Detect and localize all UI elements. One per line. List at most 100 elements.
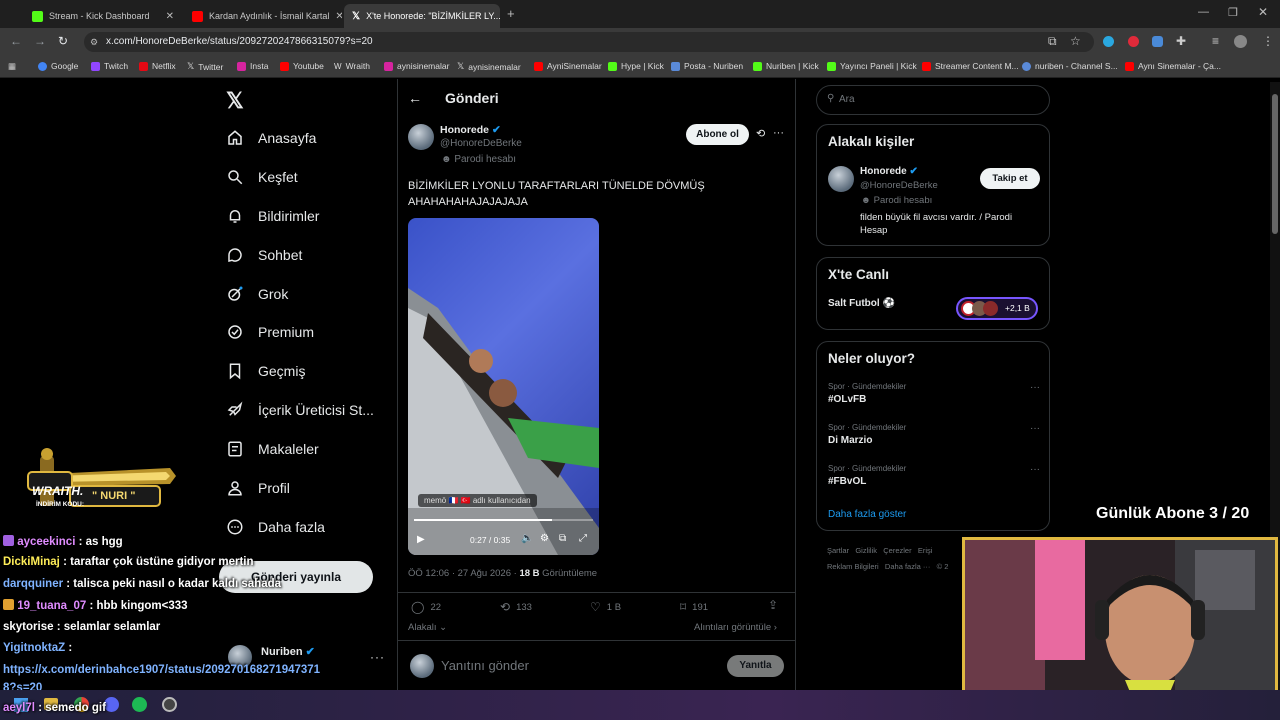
obs-icon[interactable]	[162, 697, 177, 712]
close-tab-icon[interactable]: ✕	[335, 11, 342, 22]
bookmark-action[interactable]: ⌑ 191	[680, 600, 708, 614]
nav-articles[interactable]: Makaleler	[226, 440, 319, 458]
trend-more-icon[interactable]: ···	[1030, 464, 1040, 475]
bookmark-item[interactable]: W Wraith	[334, 61, 370, 71]
author-name[interactable]: Honorede ✔	[440, 124, 501, 136]
extensions-puzzle-icon[interactable]: ✚	[1176, 34, 1186, 48]
bookmark-item[interactable]: aynisinemalar	[384, 61, 449, 71]
like-action[interactable]: ♡ 1 B	[590, 600, 621, 614]
show-more-link[interactable]: Daha fazla göster	[828, 509, 906, 520]
nav-profile[interactable]: Profil	[226, 479, 290, 497]
verified-badge-icon: ✔	[909, 166, 918, 177]
nav-grok[interactable]: Grok	[226, 285, 288, 303]
spotify-icon[interactable]	[132, 697, 147, 712]
author-handle[interactable]: @HonoreDeBerke	[440, 138, 522, 149]
nav-explore[interactable]: Keşfet	[226, 168, 298, 186]
back-icon[interactable]: ←	[10, 34, 22, 48]
tab-x-post[interactable]: 𝕏 X'te Honorede: "BİZİMKİLER LY... ✕	[344, 4, 500, 28]
volume-icon[interactable]: 🔈	[521, 533, 533, 544]
google-icon	[1022, 61, 1031, 71]
post-more-icon[interactable]: ···	[773, 127, 784, 139]
trend-item[interactable]: Spor · Gündemdekiler Di Marzio ···	[828, 423, 1040, 453]
footer-links[interactable]: Reklam Bilgileri Daha fazla ··· © 2	[827, 562, 948, 571]
video-progress-track[interactable]	[414, 519, 593, 521]
bookmark-item[interactable]: Aynı Sinemalar - Ça...	[1125, 61, 1221, 71]
video-player[interactable]: memö 🇫🇷 🇹🇷 adlı kullanıcıdan ▶ 0:27 / 0:…	[408, 218, 599, 555]
bookmark-item[interactable]: 𝕏aynisinemalar	[457, 61, 521, 72]
media-control-icon[interactable]: ≡	[1212, 34, 1219, 48]
trend-more-icon[interactable]: ···	[1030, 423, 1040, 434]
repost-action[interactable]: ⟲ 133	[500, 600, 532, 614]
extension-icon[interactable]	[1128, 36, 1139, 47]
listener-avatar	[983, 301, 998, 316]
nav-creator-studio[interactable]: İçerik Üreticisi St...	[226, 401, 374, 419]
account-name[interactable]: Nuriben ✔	[261, 645, 315, 658]
footer-links[interactable]: Şartlar Gizlilik Çerezler Erişi	[827, 546, 932, 555]
bookmark-item[interactable]: Yayıncı Paneli | Kick	[827, 61, 917, 71]
author-avatar[interactable]	[408, 124, 434, 150]
nav-messages[interactable]: Sohbet	[226, 246, 302, 264]
bookmark-item[interactable]: Youtube	[280, 61, 324, 71]
bookmark-item[interactable]: 𝕏 Twitter	[187, 61, 223, 72]
extension-icon[interactable]	[1103, 36, 1114, 47]
tab-kick-dashboard[interactable]: Stream - Kick Dashboard ✕	[24, 4, 182, 28]
live-space-name[interactable]: Salt Futbol ⚽	[828, 298, 895, 309]
follow-button[interactable]: Abone ol	[686, 124, 749, 145]
menu-kebab-icon[interactable]: ⋮	[1262, 34, 1274, 48]
share-icon[interactable]: ⇪	[768, 598, 778, 612]
bookmark-star-icon[interactable]: ☆	[1070, 34, 1081, 48]
close-window-icon[interactable]: ✕	[1258, 5, 1268, 19]
trend-item[interactable]: Spor · Gündemdekiler #FBvOL ···	[828, 464, 1040, 494]
view-quotes-link[interactable]: Alıntıları görüntüle ›	[694, 622, 777, 633]
discord-icon[interactable]	[104, 697, 119, 712]
nav-more[interactable]: Daha fazla	[226, 518, 325, 536]
nav-premium[interactable]: Premium	[226, 323, 314, 341]
reply-action[interactable]: ◯ 22	[411, 600, 441, 614]
settings-gear-icon[interactable]: ⚙	[540, 533, 549, 544]
fullscreen-icon[interactable]: ⤢	[579, 533, 587, 544]
bookmark-item[interactable]: nuriben - Channel S...	[1022, 61, 1118, 71]
related-dropdown[interactable]: Alakalı ⌄	[408, 622, 447, 633]
play-icon[interactable]: ▶	[417, 534, 425, 545]
bookmark-item[interactable]: Netflix	[139, 61, 176, 71]
trend-item[interactable]: Spor · Gündemdekiler #OLvFB ···	[828, 382, 1040, 412]
apps-grid-icon[interactable]: ▦	[8, 61, 16, 72]
account-menu-icon[interactable]: ···	[370, 650, 385, 664]
reply-input[interactable]: Yanıtını gönder	[441, 658, 529, 673]
back-arrow-icon[interactable]: ←	[408, 90, 422, 106]
nav-home[interactable]: Anasayfa	[226, 129, 316, 147]
profile-avatar[interactable]	[1234, 35, 1247, 48]
reply-button[interactable]: Yanıtla	[727, 655, 784, 677]
extension-icon[interactable]	[1152, 36, 1163, 47]
trend-more-icon[interactable]: ···	[1030, 382, 1040, 393]
reload-icon[interactable]: ↻	[58, 34, 68, 48]
bookmark-item[interactable]: Streamer Content M...	[922, 61, 1019, 71]
nav-bookmarks[interactable]: Geçmiş	[226, 362, 305, 380]
url-bar[interactable]: ⚙ x.com/HonoreDeBerke/status/20927202478…	[84, 32, 1094, 52]
tab-youtube[interactable]: Kardan Aydınlık - İsmail Kartal ✕	[184, 4, 342, 28]
site-info-icon[interactable]: ⚙	[90, 32, 98, 52]
new-tab-icon[interactable]: +	[507, 6, 515, 21]
nav-notifications[interactable]: Bildirimler	[226, 207, 319, 225]
bookmark-item[interactable]: Google	[38, 61, 78, 71]
search-input[interactable]: ⚲ Ara	[816, 85, 1050, 115]
bookmark-item[interactable]: Twitch	[91, 61, 128, 71]
minimize-icon[interactable]: —	[1198, 6, 1209, 18]
grok-post-icon[interactable]: ⟲	[756, 127, 765, 140]
restore-icon[interactable]: ❐	[1228, 6, 1238, 19]
follow-person-button[interactable]: Takip et	[980, 168, 1040, 189]
live-listeners[interactable]: +2,1 B	[956, 297, 1038, 320]
x-logo-icon[interactable]: 𝕏	[226, 88, 244, 114]
scrollbar-thumb[interactable]	[1272, 94, 1278, 234]
picture-in-picture-icon[interactable]: ⧉	[559, 533, 566, 544]
bookmark-item[interactable]: Nuriben | Kick	[753, 61, 819, 71]
bookmark-item[interactable]: Posta - Nuriben	[671, 61, 743, 71]
bookmark-item[interactable]: Insta	[237, 61, 268, 71]
install-app-icon[interactable]: ⧉	[1048, 34, 1057, 49]
close-tab-icon[interactable]: ✕	[166, 11, 174, 22]
person-name[interactable]: Honorede ✔	[860, 166, 918, 177]
forward-icon[interactable]: →	[34, 34, 46, 48]
bookmark-item[interactable]: Hype | Kick	[608, 61, 664, 71]
bookmark-item[interactable]: AyniSinemalar	[534, 61, 602, 71]
person-avatar[interactable]	[828, 166, 854, 192]
